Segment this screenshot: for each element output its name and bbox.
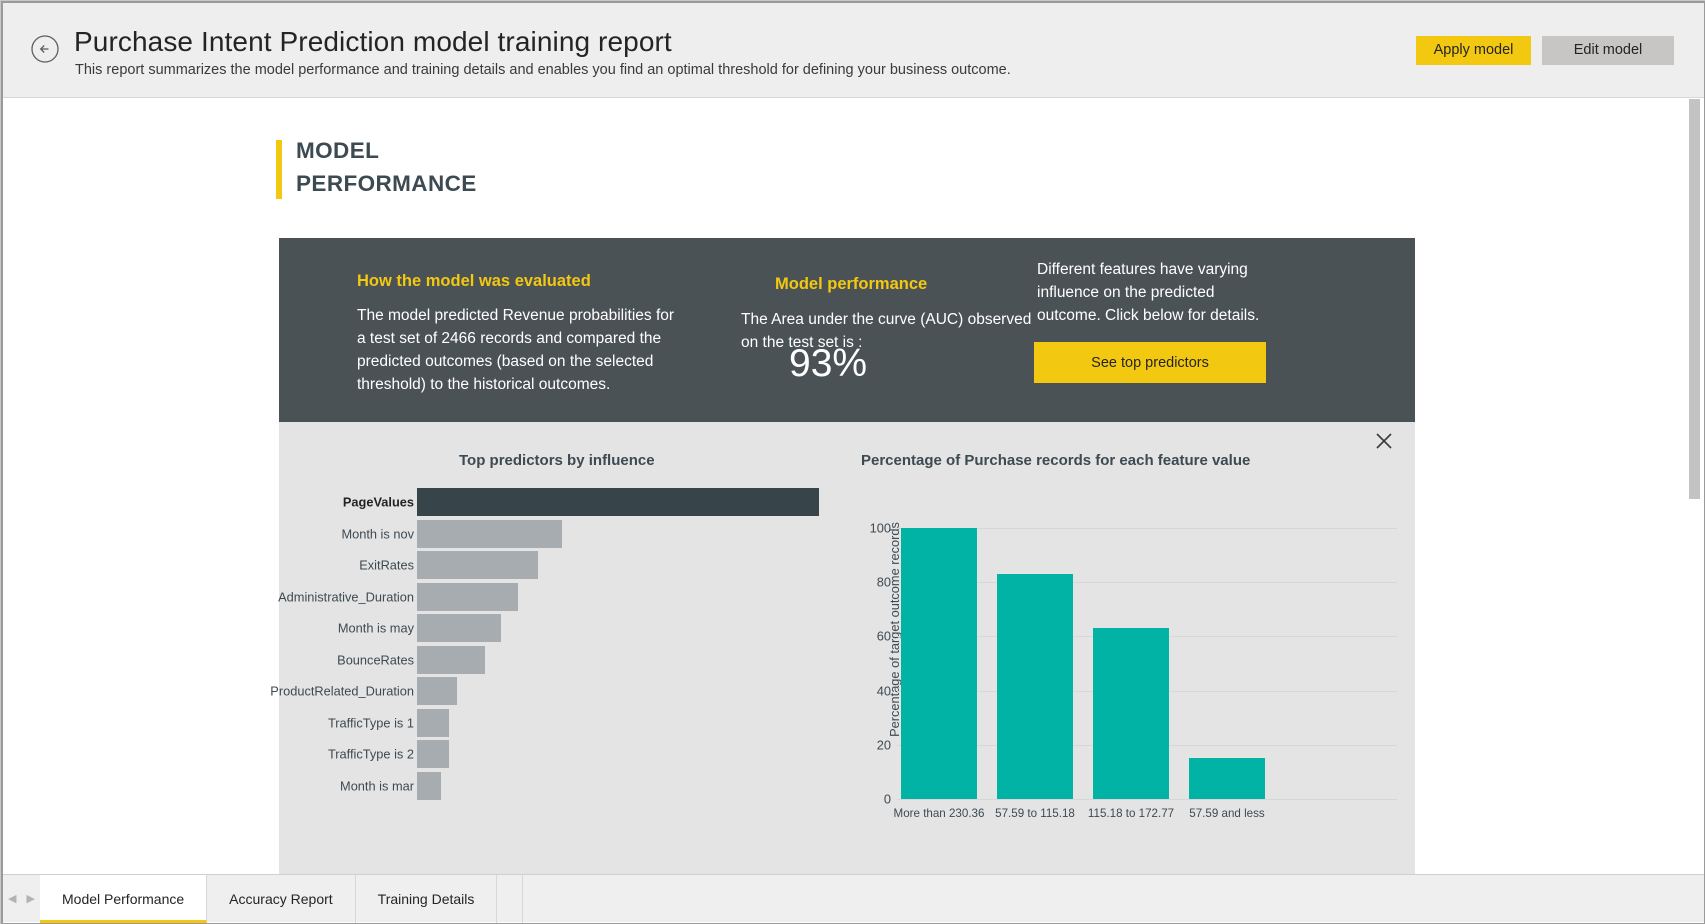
predictor-label: Month is mar bbox=[340, 778, 414, 793]
feature-value-bar[interactable] bbox=[1189, 758, 1265, 799]
predictor-label: Administrative_Duration bbox=[278, 589, 414, 604]
chevron-left-icon[interactable]: ◀ bbox=[8, 894, 16, 905]
gridline bbox=[897, 799, 1397, 800]
feature-value-bar[interactable] bbox=[997, 574, 1073, 799]
predictor-bar[interactable] bbox=[417, 646, 485, 674]
report-canvas: MODEL PERFORMANCE How the model was eval… bbox=[2, 98, 1686, 875]
predictors-body: Different features have varying influenc… bbox=[1037, 258, 1272, 327]
predictor-bar[interactable] bbox=[417, 677, 457, 705]
predictor-bar[interactable] bbox=[417, 772, 441, 800]
page-tab-strip: ◀ ▶ Model PerformanceAccuracy ReportTrai… bbox=[2, 874, 1705, 922]
report-header: Purchase Intent Prediction model trainin… bbox=[2, 2, 1705, 98]
report-window: Purchase Intent Prediction model trainin… bbox=[0, 0, 1705, 924]
predictor-bar[interactable] bbox=[417, 740, 449, 768]
y-axis-tick: 100 bbox=[851, 521, 891, 536]
evaluated-heading: How the model was evaluated bbox=[357, 272, 591, 291]
feature-value-bar[interactable] bbox=[1093, 628, 1169, 799]
see-top-predictors-button[interactable]: See top predictors bbox=[1034, 342, 1266, 383]
predictor-row[interactable]: Administrative_Duration bbox=[279, 583, 839, 611]
predictor-bar[interactable] bbox=[417, 709, 449, 737]
tab-strip-spacer bbox=[497, 875, 523, 923]
evaluated-body: The model predicted Revenue probabilitie… bbox=[357, 304, 677, 396]
tab-training-details[interactable]: Training Details bbox=[356, 875, 498, 923]
x-axis-category-label: 57.59 and less bbox=[1189, 807, 1264, 820]
x-axis-category-label: 57.59 to 115.18 bbox=[995, 807, 1075, 820]
top-predictors-chart-title: Top predictors by influence bbox=[459, 452, 655, 469]
predictor-row[interactable]: PageValues bbox=[279, 488, 839, 516]
predictor-label: Month is nov bbox=[341, 526, 414, 541]
predictor-label: ExitRates bbox=[359, 558, 414, 573]
y-axis-tick: 60 bbox=[851, 629, 891, 644]
page-tabs: Model PerformanceAccuracy ReportTraining… bbox=[40, 875, 523, 923]
predictor-row[interactable]: BounceRates bbox=[279, 646, 839, 674]
predictor-bar[interactable] bbox=[417, 583, 518, 611]
y-axis-tick: 40 bbox=[851, 683, 891, 698]
predictor-bar[interactable] bbox=[417, 520, 562, 548]
x-axis-category-label: 115.18 to 172.77 bbox=[1088, 807, 1174, 820]
predictor-label: Month is may bbox=[338, 621, 414, 636]
predictor-row[interactable]: Month is mar bbox=[279, 772, 839, 800]
apply-model-button[interactable]: Apply model bbox=[1416, 36, 1531, 65]
predictor-label: BounceRates bbox=[337, 652, 414, 667]
feature-value-chart-title: Percentage of Purchase records for each … bbox=[861, 452, 1250, 469]
predictor-label: ProductRelated_Duration bbox=[270, 684, 414, 699]
performance-heading: Model performance bbox=[775, 275, 927, 294]
tab-accuracy-report[interactable]: Accuracy Report bbox=[207, 875, 355, 923]
tab-model-performance[interactable]: Model Performance bbox=[40, 875, 207, 923]
vertical-scrollbar[interactable] bbox=[1686, 98, 1703, 875]
predictor-row[interactable]: TrafficType is 1 bbox=[279, 709, 839, 737]
predictor-row[interactable]: TrafficType is 2 bbox=[279, 740, 839, 768]
y-axis-tick: 0 bbox=[851, 792, 891, 807]
chevron-right-icon[interactable]: ▶ bbox=[26, 894, 34, 905]
scrollbar-thumb[interactable] bbox=[1689, 99, 1700, 499]
predictor-row[interactable]: Month is may bbox=[279, 614, 839, 642]
back-arrow-circle-icon[interactable] bbox=[30, 34, 60, 64]
predictor-row[interactable]: ProductRelated_Duration bbox=[279, 677, 839, 705]
page-title: Purchase Intent Prediction model trainin… bbox=[74, 26, 672, 58]
top-predictors-chart: Top predictors by influence PageValues Mo… bbox=[279, 422, 839, 875]
y-axis-tick: 20 bbox=[851, 737, 891, 752]
section-title-line1: MODEL bbox=[296, 134, 477, 167]
section-title: MODEL PERFORMANCE bbox=[296, 134, 477, 200]
predictor-bar[interactable] bbox=[417, 551, 538, 579]
edit-model-button[interactable]: Edit model bbox=[1542, 36, 1674, 65]
x-axis-category-label: More than 230.36 bbox=[894, 807, 985, 820]
predictor-bar[interactable] bbox=[417, 488, 819, 516]
predictor-bar[interactable] bbox=[417, 614, 501, 642]
y-axis-tick: 80 bbox=[851, 575, 891, 590]
performance-body: The Area under the curve (AUC) observed … bbox=[741, 308, 1041, 354]
predictor-label: TrafficType is 2 bbox=[328, 747, 414, 762]
feature-value-chart: Percentage of Purchase records for each … bbox=[839, 422, 1415, 875]
predictor-row[interactable]: Month is nov bbox=[279, 520, 839, 548]
section-accent-bar bbox=[276, 140, 282, 199]
feature-value-bar[interactable] bbox=[901, 528, 977, 799]
summary-band: How the model was evaluated The model pr… bbox=[279, 238, 1415, 422]
page-subtitle: This report summarizes the model perform… bbox=[75, 62, 1011, 78]
predictor-label: PageValues bbox=[343, 495, 414, 510]
top-predictors-panel: Top predictors by influence PageValues Mo… bbox=[279, 422, 1415, 875]
predictor-label: TrafficType is 1 bbox=[328, 715, 414, 730]
section-title-line2: PERFORMANCE bbox=[296, 167, 477, 200]
predictor-row[interactable]: ExitRates bbox=[279, 551, 839, 579]
auc-value: 93% bbox=[789, 342, 867, 386]
